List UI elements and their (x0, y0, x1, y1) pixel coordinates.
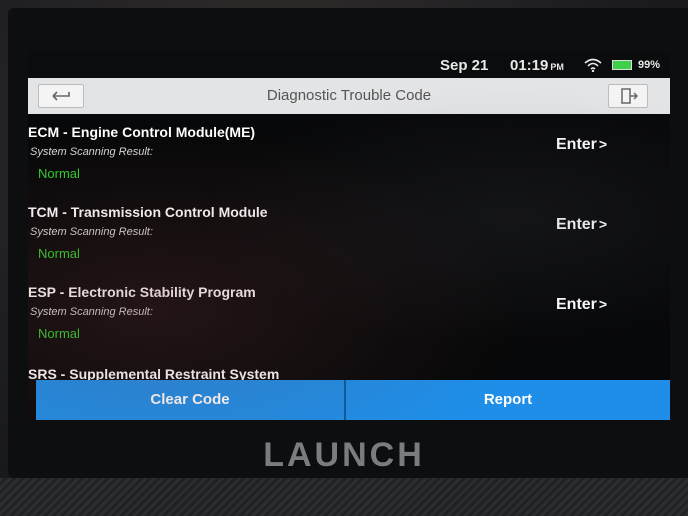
page-title: Diagnostic Trouble Code (266, 87, 432, 104)
status-time-value: 01:19 (510, 57, 549, 74)
chevron-right-icon: > (598, 136, 608, 152)
wifi-icon (584, 58, 602, 72)
enter-button-ecm[interactable]: Enter > (556, 136, 607, 154)
module-status: Normal (38, 166, 80, 181)
module-status: Normal (38, 326, 80, 341)
status-ampm: PM (550, 62, 564, 72)
enter-label: Enter (556, 136, 597, 153)
device-bottom-edge (0, 478, 688, 516)
status-date: Sep 21 (440, 57, 489, 74)
enter-button-esp[interactable]: Enter > (556, 296, 607, 314)
module-title: ECM - Engine Control Module(ME) (28, 124, 256, 140)
battery-percentage: 99% (638, 59, 661, 71)
module-title: ESP - Electronic Stability Program (28, 284, 256, 300)
module-subtitle: System Scanning Result: (30, 226, 153, 238)
module-subtitle: System Scanning Result: (30, 306, 153, 318)
exit-icon (621, 88, 639, 104)
clear-code-button[interactable]: Clear Code (36, 380, 346, 420)
battery-icon (612, 60, 632, 70)
list-item-esp[interactable]: ESP - Electronic Stability Program Syste… (28, 284, 670, 366)
chevron-right-icon: > (598, 216, 608, 232)
module-list: ECM - Engine Control Module(ME) System S… (28, 114, 670, 380)
exit-button[interactable] (608, 84, 648, 108)
device-screen: Sep 21 01:19 PM 99% Diagnostic Trouble Co… (28, 52, 670, 420)
enter-label: Enter (556, 216, 597, 233)
brand-logo: LAUNCH (263, 436, 425, 474)
status-bar: Sep 21 01:19 PM 99% (28, 52, 670, 78)
chevron-right-icon: > (598, 296, 608, 312)
enter-button-tcm[interactable]: Enter > (556, 216, 607, 234)
list-item-srs[interactable]: SRS - Supplemental Restraint System (28, 366, 670, 380)
list-item-tcm[interactable]: TCM - Transmission Control Module System… (28, 204, 670, 286)
report-button[interactable]: Report (346, 380, 670, 420)
module-title: TCM - Transmission Control Module (28, 204, 268, 220)
list-item-ecm[interactable]: ECM - Engine Control Module(ME) System S… (28, 124, 670, 206)
action-bar: Clear Code Report (36, 380, 670, 420)
status-time: 01:19 PM (510, 57, 564, 74)
module-status: Normal (38, 246, 80, 261)
module-title: SRS - Supplemental Restraint System (28, 366, 280, 380)
module-subtitle: System Scanning Result: (30, 146, 153, 158)
enter-label: Enter (556, 296, 597, 313)
title-bar: Diagnostic Trouble Code (28, 78, 670, 114)
